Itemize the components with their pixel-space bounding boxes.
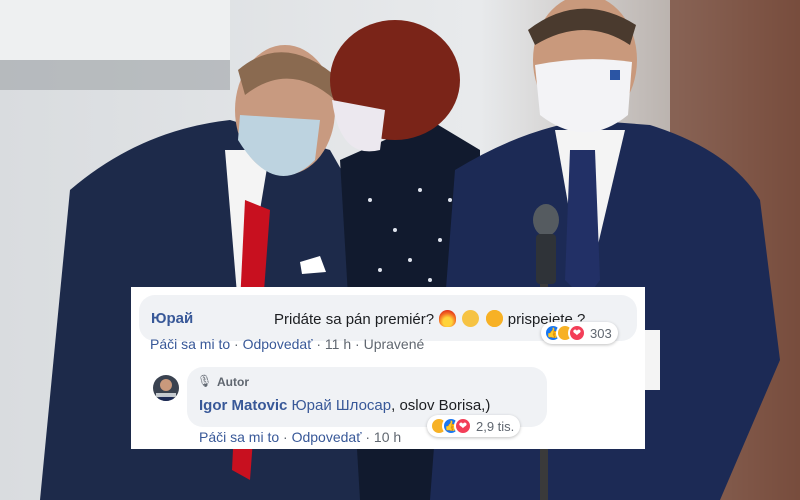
- star-struck-emoji-icon: [485, 310, 503, 327]
- reply-time[interactable]: 10 h: [374, 429, 401, 445]
- comment-time[interactable]: 11 h: [325, 336, 351, 352]
- love-reaction-icon: ❤: [568, 324, 586, 342]
- reaction-summary[interactable]: 👍 ❤ 303: [541, 322, 618, 344]
- reply-link[interactable]: Odpovedať: [243, 336, 313, 352]
- reply-text: Igor Matovic Юрай Шлосар, oslov Borisa,): [199, 397, 490, 414]
- comment-actions: Páči sa mi to · Odpovedať · 11 h · Uprav…: [150, 336, 424, 352]
- facebook-comment-screenshot: Юрай Pridáte sa pán premiér? prispejete …: [131, 287, 645, 449]
- reply-actions: Páči sa mi to · Odpovedať · 10 h: [199, 429, 401, 445]
- separator: ·: [234, 336, 243, 352]
- clapping-hands-emoji-icon: [462, 310, 480, 327]
- separator: ·: [365, 429, 374, 445]
- separator: ·: [283, 429, 292, 445]
- comment-author[interactable]: Юрай: [151, 310, 193, 327]
- reaction-count: 2,9 tis.: [476, 418, 515, 434]
- love-reaction-icon: ❤: [454, 417, 472, 435]
- separator: ·: [316, 336, 325, 352]
- author-badge: Autor: [217, 375, 249, 389]
- reply-text-body: , oslov Borisa,): [391, 397, 491, 414]
- like-link[interactable]: Páči sa mi to: [199, 429, 279, 445]
- separator: ·: [355, 336, 364, 352]
- reply-reaction-summary[interactable]: 👍 ❤ 2,9 tis.: [427, 415, 521, 437]
- like-link[interactable]: Páči sa mi to: [150, 336, 230, 352]
- comment-text: Pridáte sa pán premiér? prispejete ?: [274, 310, 585, 328]
- fire-emoji-icon: [439, 310, 457, 327]
- reply-link[interactable]: Odpovedať: [292, 429, 362, 445]
- edited-label: Upravené: [363, 336, 425, 352]
- microphone-icon: 🎙: [197, 374, 213, 388]
- comment-text-start: Pridáte sa pán premiér?: [274, 311, 435, 328]
- reply-author[interactable]: Igor Matovic: [199, 397, 287, 414]
- author-avatar[interactable]: [153, 375, 179, 401]
- mention-link[interactable]: Юрай Шлосар: [292, 397, 392, 414]
- reaction-count: 303: [590, 325, 612, 341]
